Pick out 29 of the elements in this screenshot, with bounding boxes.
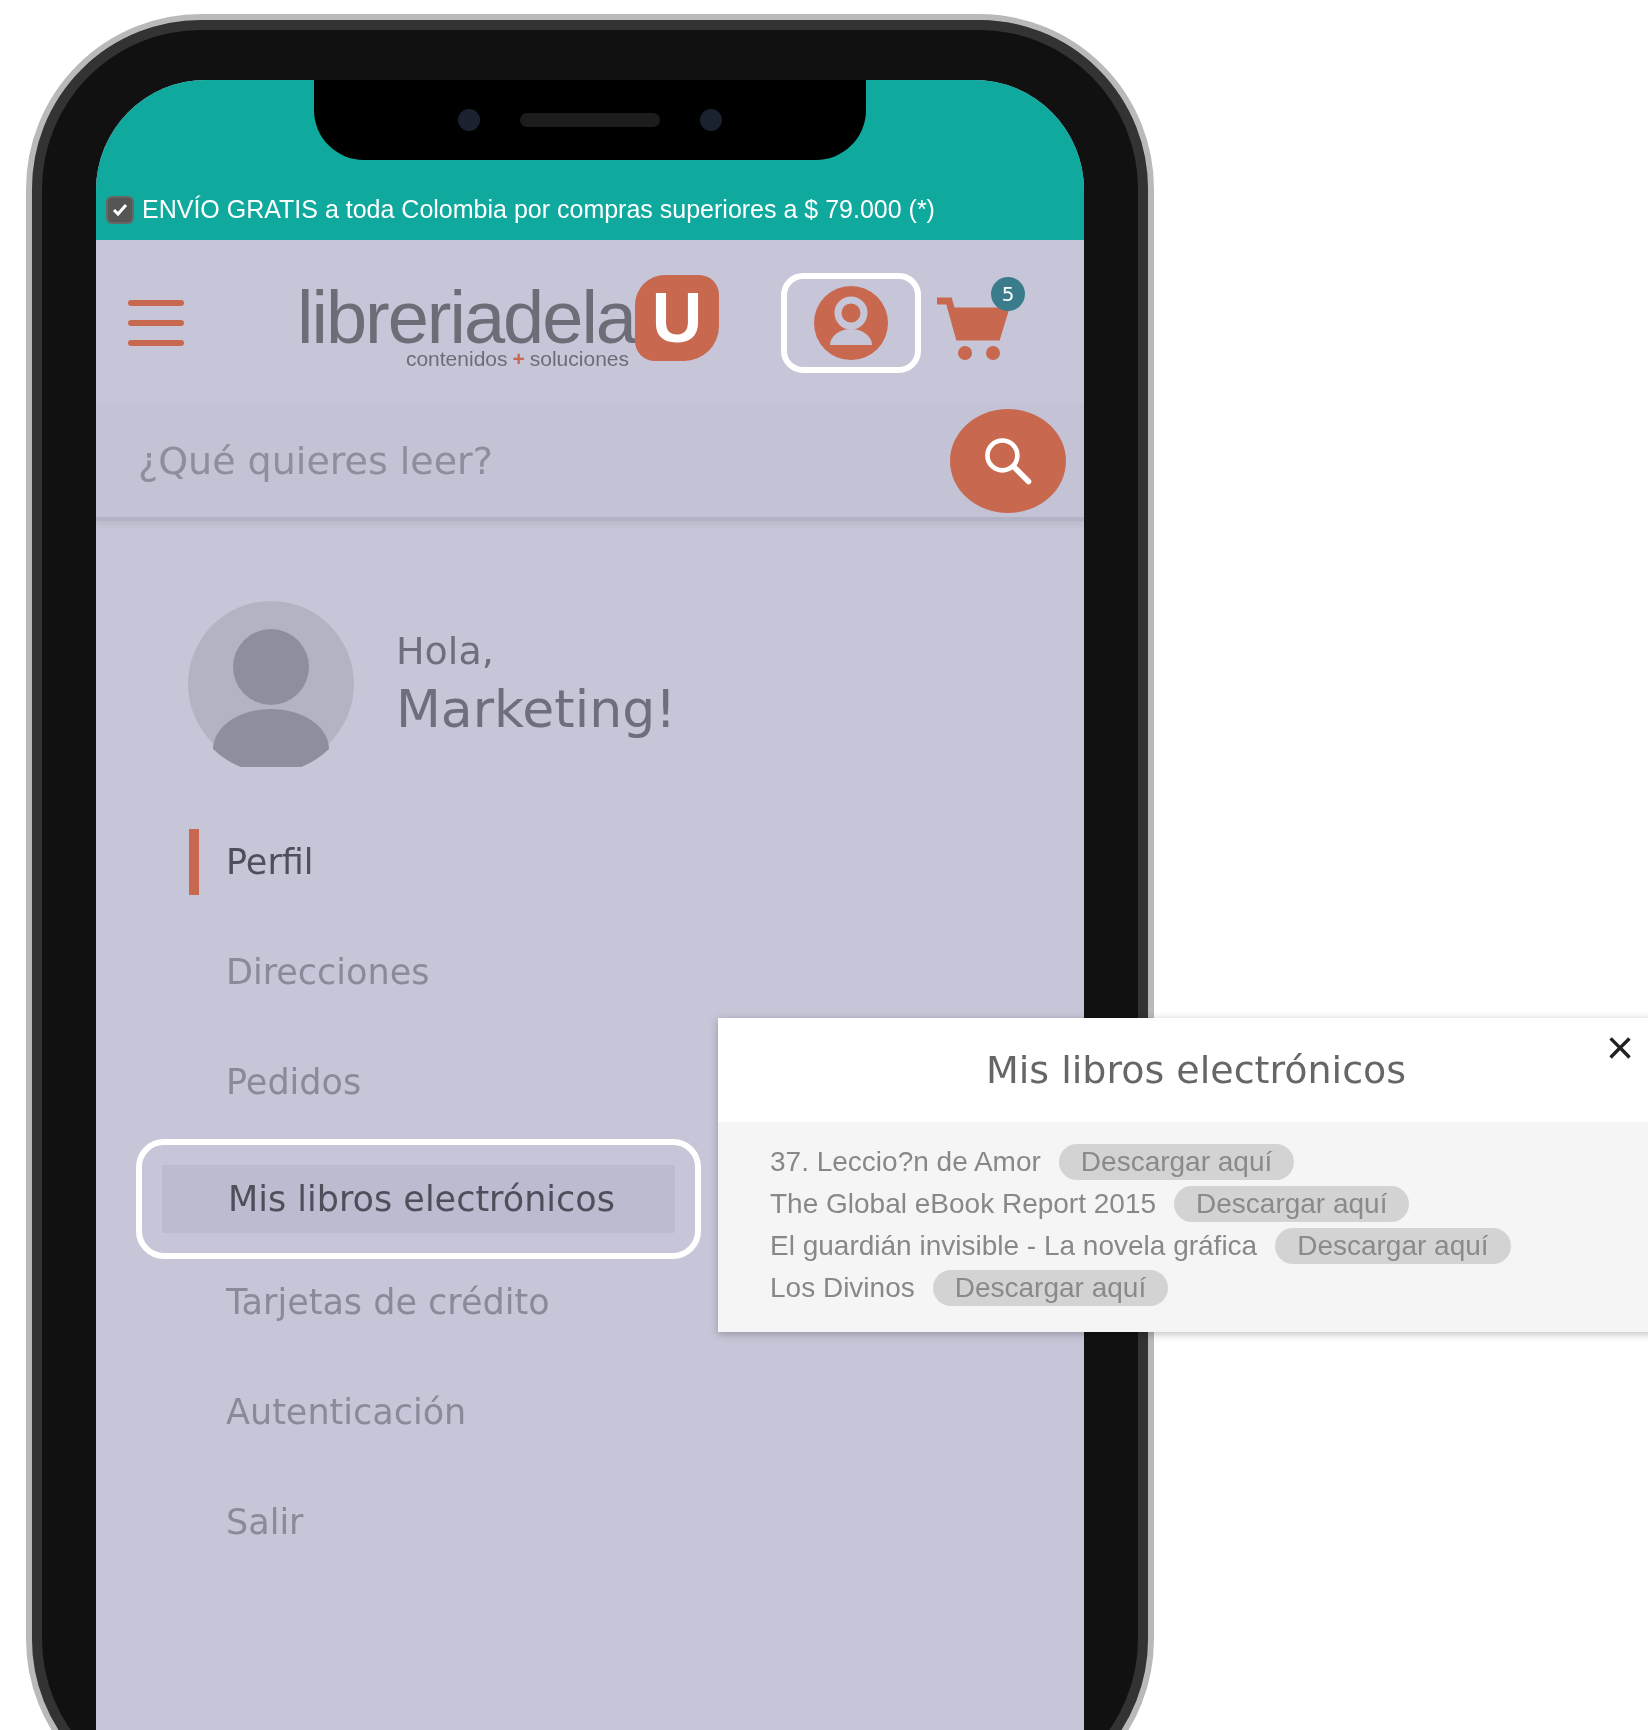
banner-text: ENVÍO GRATIS a toda Colombia por compras superiores a $ 79.000 (*) — [142, 195, 935, 224]
logo-mark: U — [635, 274, 719, 361]
download-button[interactable]: Descargar aquí — [1174, 1186, 1410, 1222]
download-button[interactable]: Descargar aquí — [1058, 1144, 1295, 1180]
menu-item[interactable]: Salir — [226, 1502, 304, 1542]
download-button[interactable]: Descargar aquí — [932, 1270, 1169, 1306]
greeting-text: Hola, — [396, 629, 495, 673]
user-icon — [813, 284, 889, 361]
menu-item[interactable]: Tarjetas de crédito — [226, 1282, 550, 1322]
logo-tagline: soluciones — [529, 346, 629, 371]
book-title: Los Divinos — [770, 1272, 915, 1304]
logo-tagline: contenidos — [405, 346, 508, 371]
account-button[interactable] — [781, 272, 921, 373]
dialog-title: Mis libros electrónicos — [986, 1048, 1407, 1092]
close-button[interactable]: × — [1605, 1024, 1634, 1072]
cart-count-badge: 5 — [991, 276, 1025, 311]
menu-item[interactable]: Autenticación — [226, 1392, 467, 1432]
book-title: The Global eBook Report 2015 — [770, 1188, 1157, 1220]
menu-item[interactable]: Perfil — [226, 842, 314, 882]
user-name: Marketing! — [396, 679, 676, 739]
avatar-icon — [188, 601, 354, 767]
book-title: El guardián invisible - La novela gráfica — [770, 1230, 1258, 1262]
menu-item[interactable]: Mis libros electrónicos — [136, 1139, 701, 1259]
book-title: 37. Leccio?n de Amor — [770, 1146, 1041, 1178]
menu-item[interactable]: Direcciones — [226, 952, 430, 992]
download-button[interactable]: Descargar aquí — [1275, 1228, 1511, 1264]
logo-plus: + — [512, 346, 525, 371]
menu-icon[interactable] — [128, 297, 184, 348]
menu-item[interactable]: Pedidos — [226, 1062, 362, 1102]
